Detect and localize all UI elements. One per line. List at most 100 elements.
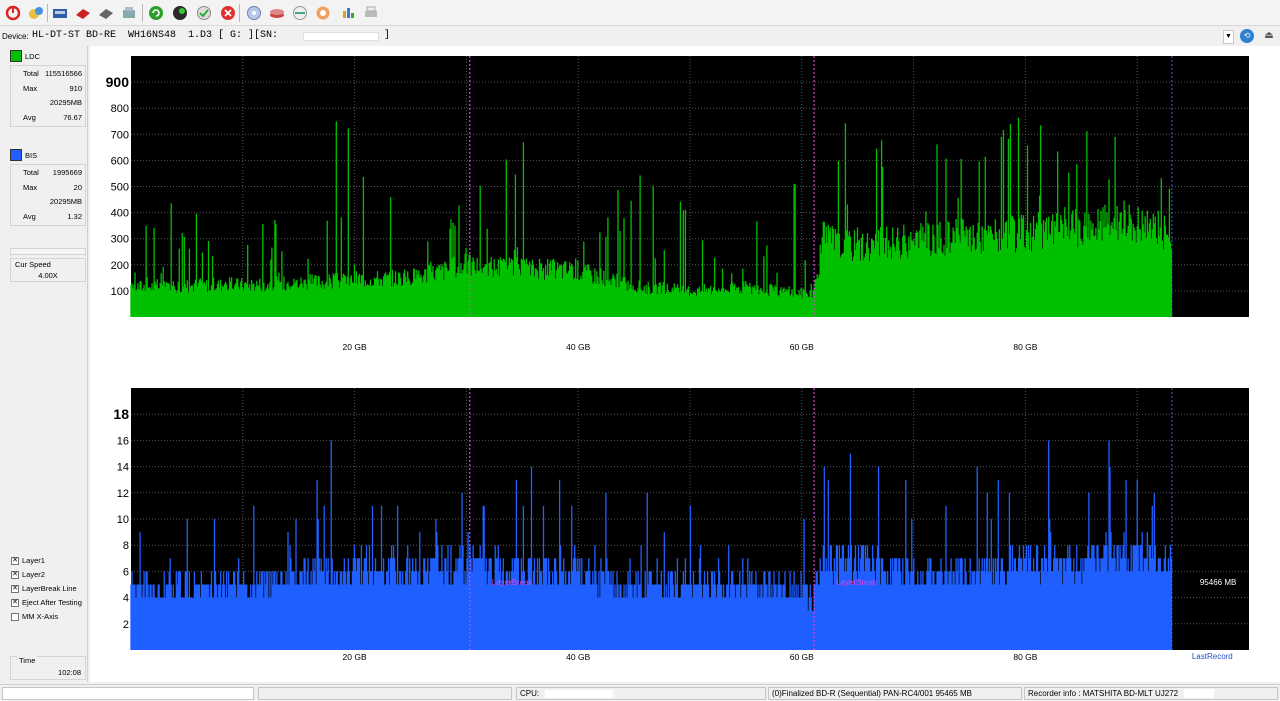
disc-stack-icon[interactable] xyxy=(267,3,287,23)
cpu-status: CPU: xyxy=(516,687,766,700)
ldc-legend: LDC xyxy=(10,50,40,62)
ldc-max-label: Max xyxy=(23,83,38,93)
x-tick-label: 80 GB xyxy=(1013,342,1037,352)
ldc-stats: Total 115516566 Max 910 20295MB Avg 76.67 xyxy=(10,65,86,127)
x-tick-label: 40 GB xyxy=(566,342,590,352)
last-record-label: LastRecord xyxy=(1192,652,1233,661)
chart-area: 100 200 300 400 500 600 700 800 900 20 GB 40 GB 60 … xyxy=(90,46,1280,682)
bis-swatch[interactable] xyxy=(10,149,22,161)
y-tick-label: 800 xyxy=(111,103,129,115)
bis-max: 20 xyxy=(73,182,82,192)
option-eject-after-testing[interactable]: ✕ Eject After Testing xyxy=(11,598,82,607)
y-tick-label: 8 xyxy=(123,540,129,552)
serial-close: ] xyxy=(384,30,391,41)
checkbox-label: Eject After Testing xyxy=(22,598,82,607)
checkbox[interactable]: ✕ xyxy=(11,598,19,607)
device-bar: Device: HL-DT-ST BD-RE WH16NS48 1.D3 [ G… xyxy=(0,27,1280,46)
disc-eject-icon[interactable] xyxy=(96,3,116,23)
layer-break-label: LayerBreak xyxy=(836,578,878,587)
y-tick-label: 10 xyxy=(117,514,129,526)
ldc-avg: 76.67 xyxy=(63,112,82,122)
y-tick-label: 900 xyxy=(106,74,130,90)
x-tick-label: 80 GB xyxy=(1013,652,1037,662)
cpu-label: CPU: xyxy=(520,689,540,698)
y-tick-label: 300 xyxy=(111,234,129,246)
status-progress xyxy=(258,687,512,700)
checkbox[interactable] xyxy=(11,612,19,621)
bis-stats: Total 1995669 Max 20 20295MB Avg 1.32 xyxy=(10,164,86,226)
device-select[interactable]: HL-DT-ST BD-RE WH16NS48 1.D3 [ G: ][SN: xyxy=(32,30,278,41)
device-label: Device: xyxy=(2,32,29,41)
y-tick-label: 2 xyxy=(123,619,129,631)
y-tick-label: 700 xyxy=(111,129,129,141)
ldc-max: 910 xyxy=(69,83,82,93)
chart-icon[interactable] xyxy=(338,3,358,23)
bis-avg: 1.32 xyxy=(67,211,82,221)
bis-total: 1995669 xyxy=(52,168,82,177)
printer-icon[interactable] xyxy=(361,3,381,23)
recorder-info-text: Recorder info : MATSHITA BD-MLT UJ272 xyxy=(1028,689,1179,698)
ldc-swatch[interactable] xyxy=(10,50,22,62)
cpu-meter xyxy=(545,689,614,698)
burn-icon[interactable] xyxy=(119,3,139,23)
disc-red-icon[interactable] xyxy=(73,3,93,23)
disc-info: (0)Finalized BD-R (Sequential) PAN-RC4/0… xyxy=(768,687,1022,700)
chevron-down-icon[interactable]: ▼ xyxy=(1223,30,1234,44)
charts-svg: 100 200 300 400 500 600 700 800 900 20 GB 40 GB 60 … xyxy=(106,56,1249,662)
ldc-total-label: Total xyxy=(23,69,39,78)
bis-label: BIS xyxy=(25,150,38,160)
stats-sidebar: LDC Total 115516566 Max 910 20295MB Avg 76.… xyxy=(6,46,88,682)
globe-icon[interactable] xyxy=(170,3,190,23)
time-box: Time 102:08 xyxy=(10,656,86,680)
checkbox-label: MM X-Axis xyxy=(22,612,59,621)
bis-avg-label: Avg xyxy=(23,211,36,221)
refresh-green-icon[interactable] xyxy=(146,3,166,23)
stop-icon[interactable] xyxy=(218,3,238,23)
checkbox-label: Layer2 xyxy=(22,570,45,579)
eject-icon[interactable]: ⏏ xyxy=(1262,29,1276,43)
option-mm-x-axis[interactable]: MM X-Axis xyxy=(11,612,58,621)
x-tick-label: 20 GB xyxy=(343,342,367,352)
option-layerbreak-line[interactable]: ✕ LayerBreak Line xyxy=(11,584,77,593)
x-tick-label: 60 GB xyxy=(790,652,814,662)
open-icon[interactable] xyxy=(26,3,46,23)
end-capacity-label: 95466 MB xyxy=(1200,578,1236,587)
checkbox[interactable]: ✕ xyxy=(11,584,19,593)
checkbox[interactable]: ✕ xyxy=(11,570,19,579)
disc-check-icon[interactable] xyxy=(194,3,214,23)
shield-icon[interactable] xyxy=(244,3,264,23)
bis-legend: BIS xyxy=(10,149,37,161)
y-tick-label: 500 xyxy=(111,182,129,194)
power-icon[interactable] xyxy=(3,3,23,23)
y-tick-label: 12 xyxy=(117,488,129,500)
progress-box xyxy=(10,248,86,255)
status-bar: CPU: (0)Finalized BD-R (Sequential) PAN-… xyxy=(0,684,1280,701)
y-tick-label: 6 xyxy=(123,566,129,578)
y-tick-label: 200 xyxy=(111,260,129,272)
y-tick-label: 14 xyxy=(117,462,129,474)
y-tick-label: 4 xyxy=(123,593,129,605)
y-tick-label: 100 xyxy=(111,286,129,298)
checkbox-label: LayerBreak Line xyxy=(22,584,77,593)
x-tick-label: 20 GB xyxy=(343,652,367,662)
x-tick-label: 60 GB xyxy=(790,342,814,352)
disc-scan-icon[interactable] xyxy=(290,3,310,23)
ldc-total: 115516566 xyxy=(45,69,82,78)
option-layer1[interactable]: ✕ Layer1 xyxy=(11,556,45,565)
bis-total-label: Total xyxy=(23,168,39,177)
y-tick-label: 18 xyxy=(113,406,129,422)
cur-speed-label: Cur Speed xyxy=(15,260,51,269)
option-layer2[interactable]: ✕ Layer2 xyxy=(11,570,45,579)
toolbar xyxy=(0,0,1280,26)
serial-number-field xyxy=(303,32,379,41)
speed-box: Cur Speed 4.00X xyxy=(10,258,86,282)
checkbox[interactable]: ✕ xyxy=(11,556,19,565)
refresh-device-icon[interactable]: ⟲ xyxy=(1240,29,1254,43)
ldc-avg-label: Avg xyxy=(23,112,36,122)
drive-icon[interactable] xyxy=(50,3,70,23)
y-tick-label: 400 xyxy=(111,208,129,220)
hand-icon[interactable] xyxy=(313,3,333,23)
bis-max-label: Max xyxy=(23,182,38,192)
ldc-max-position: 20295MB xyxy=(49,98,82,107)
x-tick-label: 40 GB xyxy=(566,652,590,662)
